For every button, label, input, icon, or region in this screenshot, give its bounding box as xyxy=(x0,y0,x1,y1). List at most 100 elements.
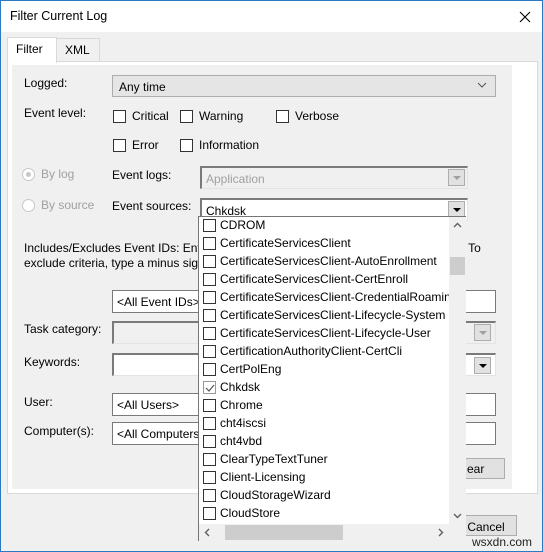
source-checkbox[interactable] xyxy=(203,399,216,412)
source-checkbox[interactable] xyxy=(203,219,216,232)
user-label: User: xyxy=(24,395,53,409)
error-checkbox[interactable] xyxy=(113,139,126,152)
source-label: CertificateServicesClient-CertEnroll xyxy=(220,272,409,286)
by-log-radio[interactable] xyxy=(22,168,35,181)
source-label: cht4iscsi xyxy=(220,416,267,430)
by-log-label: By log xyxy=(41,167,75,181)
source-label: Chkdsk xyxy=(220,380,261,394)
source-label: cht4vbd xyxy=(220,434,263,448)
by-source-radio[interactable] xyxy=(22,199,35,212)
critical-checkbox[interactable] xyxy=(113,110,126,123)
list-item[interactable]: cht4iscsi xyxy=(199,415,449,433)
horizontal-scrollbar[interactable] xyxy=(199,524,449,541)
source-label: CertificateServicesClient xyxy=(220,236,351,250)
scroll-down-button[interactable] xyxy=(449,507,466,524)
list-item[interactable]: CertificateServicesClient xyxy=(199,235,449,253)
keywords-label: Keywords: xyxy=(24,355,81,369)
information-checkbox[interactable] xyxy=(180,139,193,152)
source-label: CloudStore xyxy=(220,506,281,520)
keywords-dropdown-button[interactable] xyxy=(474,357,491,374)
source-checkbox[interactable] xyxy=(203,237,216,250)
task-category-dropdown-button xyxy=(474,324,491,341)
source-label: CertificateServicesClient-AutoEnrollment xyxy=(220,254,437,268)
source-checkbox[interactable] xyxy=(203,291,216,304)
source-checkbox[interactable] xyxy=(203,345,216,358)
horizontal-scroll-thumb[interactable] xyxy=(225,525,343,540)
source-label: CloudStorageWizard xyxy=(220,488,331,502)
source-checkbox[interactable] xyxy=(203,507,216,520)
warning-checkbox[interactable] xyxy=(180,110,193,123)
source-checkbox[interactable] xyxy=(203,453,216,466)
information-label: Information xyxy=(199,138,260,152)
error-label: Error xyxy=(132,138,159,152)
list-item[interactable]: CertificationAuthorityClient-CertCli xyxy=(199,343,449,361)
list-item[interactable]: Chrome xyxy=(199,397,449,415)
warning-label: Warning xyxy=(199,109,244,123)
source-checkbox[interactable] xyxy=(203,489,216,502)
verbose-checkbox[interactable] xyxy=(276,110,289,123)
logged-select[interactable]: Any time xyxy=(112,75,496,97)
scrollbar-corner xyxy=(449,524,466,541)
logged-value: Any time xyxy=(119,80,166,94)
source-label: Chrome xyxy=(220,398,263,412)
event-logs-value: Application xyxy=(206,172,265,186)
source-checkbox[interactable] xyxy=(203,273,216,286)
list-item[interactable]: CloudStorageWizard xyxy=(199,487,449,505)
list-item[interactable]: CertPolEng xyxy=(199,361,449,379)
source-label: CertificateServicesClient-Lifecycle-Syst… xyxy=(220,308,446,322)
dropdown-arrow-icon xyxy=(452,207,461,212)
source-checkbox[interactable] xyxy=(203,327,216,340)
dropdown-arrow-icon xyxy=(478,363,487,368)
chevron-up-icon xyxy=(453,222,462,228)
scroll-up-button[interactable] xyxy=(449,217,466,234)
list-item[interactable]: cht4vbd xyxy=(199,433,449,451)
window-title: Filter Current Log xyxy=(10,9,108,23)
vertical-scroll-thumb[interactable] xyxy=(450,257,465,275)
event-sources-label: Event sources: xyxy=(112,199,192,213)
list-item[interactable]: CertificateServicesClient-CertEnroll xyxy=(199,271,449,289)
list-item[interactable]: CertificateServicesClient-AutoEnrollment xyxy=(199,253,449,271)
computers-label: Computer(s): xyxy=(24,424,95,438)
source-checkbox[interactable] xyxy=(203,417,216,430)
chevron-down-icon xyxy=(453,513,462,519)
list-item[interactable]: ClearTypeTextTuner xyxy=(199,451,449,469)
tab-xml[interactable]: XML xyxy=(56,38,100,62)
source-checkbox[interactable] xyxy=(203,363,216,376)
source-checkbox[interactable] xyxy=(203,309,216,322)
list-item[interactable]: Client-Licensing xyxy=(199,469,449,487)
event-sources-dropdown-list[interactable]: CDROM CertificateServicesClient Certificat… xyxy=(198,216,466,541)
source-label: CertificateServicesClient-CredentialRoam… xyxy=(220,290,449,304)
tab-filter[interactable]: Filter xyxy=(7,37,57,63)
checkmark-icon xyxy=(205,384,215,392)
watermark: wsxdn.com xyxy=(472,535,533,549)
source-checkbox[interactable] xyxy=(203,255,216,268)
close-button[interactable] xyxy=(508,1,542,32)
list-item[interactable]: CertificateServicesClient-Lifecycle-Syst… xyxy=(199,307,449,325)
list-item[interactable]: CDROM xyxy=(199,217,449,235)
list-item[interactable]: CertificateServicesClient-CredentialRoam… xyxy=(199,289,449,307)
source-checkbox[interactable] xyxy=(203,435,216,448)
source-checkbox[interactable] xyxy=(203,471,216,484)
event-level-label: Event level: xyxy=(24,106,87,120)
event-sources-options: CDROM CertificateServicesClient Certificat… xyxy=(199,217,449,524)
title-bar: Filter Current Log xyxy=(1,1,542,32)
logged-label: Logged: xyxy=(24,76,68,90)
list-item[interactable]: CloudStore xyxy=(199,505,449,523)
vertical-scrollbar[interactable] xyxy=(449,217,466,524)
event-logs-label: Event logs: xyxy=(112,168,172,182)
list-item[interactable]: Chkdsk xyxy=(199,379,449,397)
by-source-label: By source xyxy=(41,198,95,212)
source-checkbox[interactable] xyxy=(203,381,216,394)
scroll-right-button[interactable] xyxy=(432,524,449,541)
event-logs-field: Application xyxy=(200,166,468,189)
source-label: ClearTypeTextTuner xyxy=(220,452,328,466)
critical-label: Critical xyxy=(132,109,169,123)
dropdown-arrow-icon xyxy=(452,175,461,180)
chevron-left-icon xyxy=(204,528,210,537)
source-label: CertificateServicesClient-Lifecycle-User xyxy=(220,326,431,340)
source-label: CDROM xyxy=(220,218,266,232)
scroll-left-button[interactable] xyxy=(199,524,216,541)
source-label: Client-Licensing xyxy=(220,470,306,484)
chevron-down-icon xyxy=(477,82,487,88)
list-item[interactable]: CertificateServicesClient-Lifecycle-User xyxy=(199,325,449,343)
